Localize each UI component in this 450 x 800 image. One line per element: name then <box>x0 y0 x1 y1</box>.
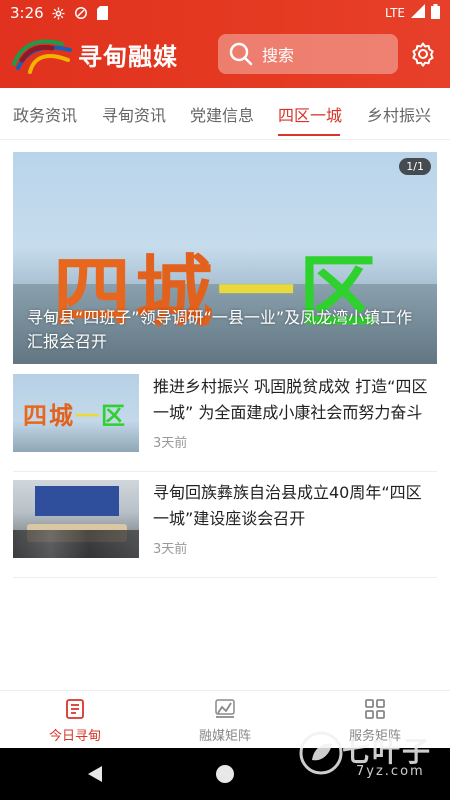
network-type: LTE <box>385 6 405 20</box>
news-time: 3天前 <box>153 542 188 557</box>
nav-media-matrix[interactable]: 融媒矩阵 <box>165 697 285 744</box>
grid-icon <box>365 699 385 719</box>
app-name: 寻甸融媒 <box>78 42 178 71</box>
app-header: 寻甸融媒 搜索 <box>0 26 450 88</box>
category-tabs: 政务资讯 寻甸资讯 党建信息 四区一城 乡村振兴 <box>0 88 450 140</box>
banner-caption: 寻甸县“四班子”领导调研“一县一业”及凤龙湾小镇工作汇报会召开 <box>27 308 413 351</box>
tab-party-building[interactable]: 党建信息 <box>190 102 254 126</box>
media-icon <box>215 699 235 718</box>
search-box[interactable]: 搜索 <box>218 34 398 74</box>
search-icon <box>229 42 253 66</box>
home-icon[interactable] <box>216 765 234 783</box>
tab-xundian-news[interactable]: 寻甸资讯 <box>102 102 166 126</box>
sdcard-status-icon <box>96 6 110 20</box>
news-list-item[interactable]: 寻甸回族彝族自治县成立40周年“四区一城”建设座谈会召开 3天前 <box>13 472 437 578</box>
thumb-meeting-screen <box>35 486 119 516</box>
thumb-attendees <box>13 530 139 558</box>
search-placeholder: 搜索 <box>262 46 295 65</box>
at-status-icon <box>74 6 88 20</box>
news-title: 推进乡村振兴 巩固脱贫成效 打造“四区一城” 为全面建成小康社会而努力奋斗 <box>153 377 428 422</box>
watermark: 七叶子 7yz.com <box>296 726 446 786</box>
app-logo: 寻甸融媒 <box>12 34 192 74</box>
status-bar: 3:26 LTE <box>0 0 450 26</box>
nav-label: 今日寻甸 <box>48 729 101 744</box>
featured-banner[interactable]: 四城一区 1/1 寻甸县“四班子”领导调研“一县一业”及凤龙湾小镇工作汇报会召开 <box>13 152 437 364</box>
news-thumbnail <box>13 480 139 558</box>
status-time: 3:26 <box>10 4 44 22</box>
battery-icon <box>431 3 440 23</box>
tab-rural-revitalization[interactable]: 乡村振兴 <box>367 102 431 126</box>
nav-today-xundian[interactable]: 今日寻甸 <box>15 697 135 744</box>
nav-label: 融媒矩阵 <box>198 729 251 744</box>
back-icon[interactable] <box>86 764 104 784</box>
settings-status-icon <box>52 6 66 20</box>
top-bar: 3:26 LTE 寻甸融媒 搜索 <box>0 0 450 88</box>
signal-icon <box>411 4 425 22</box>
active-tab-indicator <box>278 134 340 136</box>
watermark-domain: 7yz.com <box>356 764 425 779</box>
news-thumbnail: 四城一区 <box>13 374 139 452</box>
news-title: 寻甸回族彝族自治县成立40周年“四区一城”建设座谈会召开 <box>153 483 422 528</box>
news-list-item[interactable]: 四城一区 推进乡村振兴 巩固脱贫成效 打造“四区一城” 为全面建成小康社会而努力… <box>13 366 437 472</box>
logo-swoosh-icon <box>12 39 72 74</box>
thumb-image-text: 四城一区 <box>23 402 127 430</box>
gear-icon[interactable] <box>410 41 436 67</box>
leaf-logo-icon <box>299 731 343 775</box>
news-time: 3天前 <box>153 436 188 451</box>
tab-government-news[interactable]: 政务资讯 <box>13 102 77 126</box>
tab-four-districts[interactable]: 四区一城 <box>278 102 342 126</box>
image-counter-badge: 1/1 <box>399 158 431 175</box>
news-icon <box>66 699 84 719</box>
